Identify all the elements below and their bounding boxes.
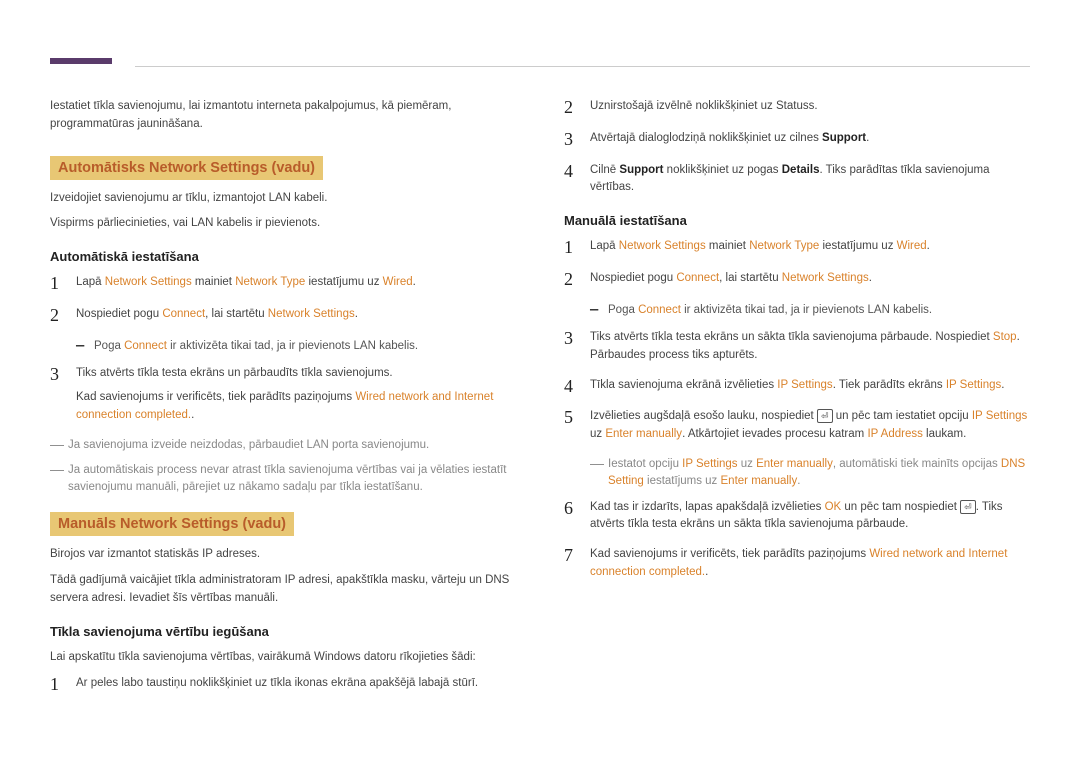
step-text: Atvērtajā dialoglodziņā noklikšķiniet uz… <box>590 130 1030 148</box>
step-text: Lapā Network Settings mainiet Network Ty… <box>76 274 516 292</box>
step-number: 5 <box>564 408 590 428</box>
step-text: Kad savienojums ir verificēts, tiek parā… <box>590 546 1030 582</box>
step-number: 3 <box>50 365 76 385</box>
getval-step-1: 1 Ar peles labo taustiņu noklikšķiniet u… <box>50 675 516 695</box>
sec2-p1: Birojos var izmantot statiskās IP adrese… <box>50 546 516 564</box>
step-number: 4 <box>564 377 590 397</box>
step-number: 3 <box>564 329 590 349</box>
step-number: 2 <box>50 306 76 326</box>
step-number: 7 <box>564 546 590 566</box>
step-text: Izvēlieties augšdaļā esošo lauku, nospie… <box>590 408 1030 444</box>
step-number: 2 <box>564 98 590 118</box>
manual-step-3: 3 Tiks atvērts tīkla testa ekrāns un sāk… <box>564 329 1030 365</box>
subheading-get-values: Tīkla savienojuma vērtību iegūšana <box>50 624 516 639</box>
step-text: Tīkla savienojuma ekrānā izvēlieties IP … <box>590 377 1030 395</box>
accent-bar <box>50 58 112 64</box>
manual-step-5-note: ― Iestatot opciju IP Settings uz Enter m… <box>590 456 1030 491</box>
manual-step-2: 2 Nospiediet pogu Connect, lai startētu … <box>564 270 1030 290</box>
content-columns: Iestatiet tīkla savienojumu, lai izmanto… <box>50 50 1030 706</box>
enter-key-icon: ⏎ <box>817 409 833 423</box>
manual-step-6: 6 Kad tas ir izdarīts, lapas apakšdaļā i… <box>564 499 1030 535</box>
step-text: Cilnē Support noklikšķiniet uz pogas Det… <box>590 162 1030 198</box>
note-text: Ja savienojuma izveide neizdodas, pārbau… <box>68 437 516 454</box>
step-text: Nospiediet pogu Connect, lai startētu Ne… <box>590 270 1030 288</box>
step-text: Tiks atvērts tīkla testa ekrāns un pārba… <box>76 365 516 424</box>
note-dash-icon: ― <box>50 437 68 451</box>
manual-step-2-note: ‒ Poga Connect ir aktivizēta tikai tad, … <box>590 302 1030 319</box>
step-number: 1 <box>564 238 590 258</box>
step-number: 2 <box>564 270 590 290</box>
step-text: Tiks atvērts tīkla testa ekrāns un sākta… <box>590 329 1030 365</box>
subheading-manual-setup: Manuālā iestatīšana <box>564 213 1030 228</box>
auto-step-1: 1 Lapā Network Settings mainiet Network … <box>50 274 516 294</box>
getval-step-2: 2 Uznirstošajā izvēlnē noklikšķiniet uz … <box>564 98 1030 118</box>
section-heading-manual: Manuāls Network Settings (vadu) <box>50 512 294 536</box>
note-text: Poga Connect ir aktivizēta tikai tad, ja… <box>608 302 1030 319</box>
note-dash-icon: ― <box>590 456 608 470</box>
note-dash-icon: ― <box>50 462 68 476</box>
manual-step-4: 4 Tīkla savienojuma ekrānā izvēlieties I… <box>564 377 1030 397</box>
manual-step-7: 7 Kad savienojums ir verificēts, tiek pa… <box>564 546 1030 582</box>
auto-step-3: 3 Tiks atvērts tīkla testa ekrāns un pār… <box>50 365 516 424</box>
auto-step-2: 2 Nospiediet pogu Connect, lai startētu … <box>50 306 516 326</box>
manual-step-5: 5 Izvēlieties augšdaļā esošo lauku, nosp… <box>564 408 1030 444</box>
subheading-auto-setup: Automātiskā iestatīšana <box>50 249 516 264</box>
auto-note-2: ― Ja automātiskais process nevar atrast … <box>50 462 516 497</box>
step-number: 4 <box>564 162 590 182</box>
right-column: 2 Uznirstošajā izvēlnē noklikšķiniet uz … <box>564 98 1030 706</box>
intro-text: Iestatiet tīkla savienojumu, lai izmanto… <box>50 98 516 134</box>
step-text: Nospiediet pogu Connect, lai startētu Ne… <box>76 306 516 324</box>
step-number: 1 <box>50 274 76 294</box>
auto-note-1: ― Ja savienojuma izveide neizdodas, pārb… <box>50 437 516 454</box>
step-text: Ar peles labo taustiņu noklikšķiniet uz … <box>76 675 516 693</box>
step-number: 6 <box>564 499 590 519</box>
step-text: Uznirstošajā izvēlnē noklikšķiniet uz St… <box>590 98 1030 116</box>
sec1-p1: Izveidojiet savienojumu ar tīklu, izmant… <box>50 190 516 208</box>
step-text: Kad tas ir izdarīts, lapas apakšdaļā izv… <box>590 499 1030 535</box>
manual-step-1: 1 Lapā Network Settings mainiet Network … <box>564 238 1030 258</box>
sec1-p2: Vispirms pārliecinieties, vai LAN kabeli… <box>50 215 516 233</box>
note-text: Poga Connect ir aktivizēta tikai tad, ja… <box>94 338 516 355</box>
header-rule <box>135 66 1030 67</box>
auto-step-2-note: ‒ Poga Connect ir aktivizēta tikai tad, … <box>76 338 516 355</box>
left-column: Iestatiet tīkla savienojumu, lai izmanto… <box>50 98 516 706</box>
sec2-p2: Tādā gadījumā vaicājiet tīkla administra… <box>50 572 516 608</box>
step-text: Lapā Network Settings mainiet Network Ty… <box>590 238 1030 256</box>
note-text: Iestatot opciju IP Settings uz Enter man… <box>608 456 1030 491</box>
dash-icon: ‒ <box>590 302 608 317</box>
dash-icon: ‒ <box>76 338 94 353</box>
note-text: Ja automātiskais process nevar atrast tī… <box>68 462 516 497</box>
step-number: 1 <box>50 675 76 695</box>
getval-step-4: 4 Cilnē Support noklikšķiniet uz pogas D… <box>564 162 1030 198</box>
step-number: 3 <box>564 130 590 150</box>
getval-step-3: 3 Atvērtajā dialoglodziņā noklikšķiniet … <box>564 130 1030 150</box>
section-heading-auto: Automātisks Network Settings (vadu) <box>50 156 323 180</box>
enter-key-icon: ⏎ <box>960 500 976 514</box>
sec2-p3: Lai apskatītu tīkla savienojuma vērtības… <box>50 649 516 667</box>
